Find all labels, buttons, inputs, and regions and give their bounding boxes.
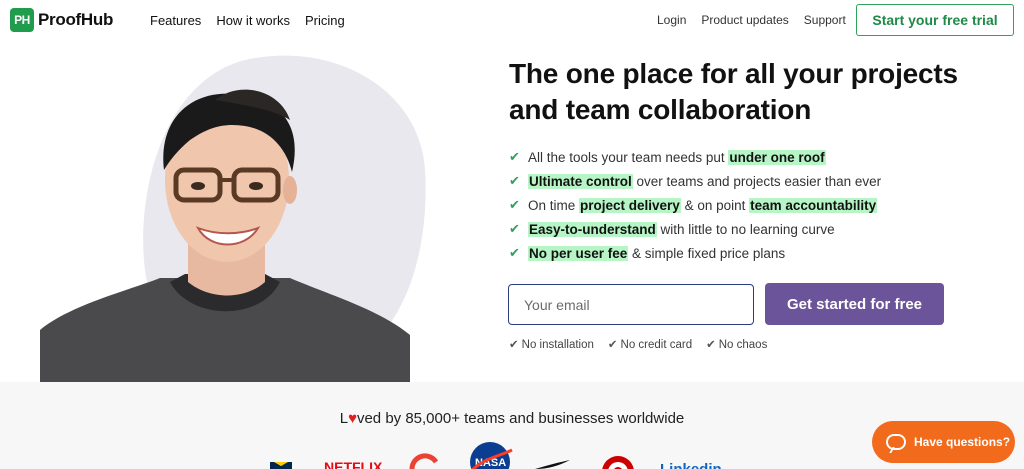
svg-text:NETFLIX: NETFLIX	[324, 459, 383, 469]
highlight: project delivery	[579, 197, 681, 213]
help-label: Have questions?	[914, 435, 1011, 449]
perk-item: ✔ No credit card	[607, 339, 693, 351]
nike-logo	[535, 460, 570, 469]
check-icon: ✔	[509, 149, 520, 164]
feature-text: Ultimate control over teams and projects…	[528, 173, 882, 189]
start-free-trial-button[interactable]: Start your free trial	[856, 4, 1014, 36]
nav-how-it-works[interactable]: How it works	[216, 13, 290, 28]
have-questions-chat-button[interactable]: Have questions?	[872, 421, 1015, 463]
feature-text: All the tools your team needs put under …	[528, 149, 826, 165]
nav-support[interactable]: Support	[804, 13, 846, 27]
check-icon: ✔	[607, 339, 618, 351]
proofhub-logo[interactable]: PH ProofHub	[10, 8, 113, 32]
loved-by-text: L♥ved by 85,000+ teams and businesses wo…	[339, 410, 685, 427]
primary-nav: Features How it works Pricing	[150, 13, 345, 28]
highlight: team accountability	[749, 197, 878, 213]
nav-pricing[interactable]: Pricing	[305, 13, 345, 28]
top-navbar: PH ProofHub Features How it works Pricin…	[0, 0, 1024, 42]
feature-item: ✔ No per user fee & simple fixed price p…	[509, 241, 881, 265]
linkedin-logo: Linkedin	[660, 461, 722, 469]
svg-text:Linkedin: Linkedin	[660, 461, 722, 469]
nasa-logo: NASA	[470, 442, 513, 469]
target-logo	[602, 456, 634, 469]
nav-login[interactable]: Login	[657, 13, 686, 27]
feature-text: On time project delivery & on point team…	[528, 197, 878, 213]
get-started-button[interactable]: Get started for free	[765, 283, 944, 325]
nav-features[interactable]: Features	[150, 13, 201, 28]
check-icon: ✔	[706, 339, 716, 351]
heart-icon: ♥	[348, 410, 357, 427]
highlight: under one roof	[728, 149, 826, 165]
netflix-logo: NETFLIX	[324, 459, 383, 469]
customer-logos: NETFLIX NASA Linkedin	[270, 442, 722, 469]
logo-text: ProofHub	[38, 10, 114, 29]
perks-list: ✔ No installation ✔ No credit card ✔ No cha…	[509, 337, 767, 351]
chat-bubble-icon	[886, 434, 906, 450]
feature-text: No per user fee & simple fixed price pla…	[528, 245, 786, 261]
feature-text: Easy-to-understand with little to no lea…	[528, 221, 835, 237]
feature-item: ✔ Easy-to-understand with little to no l…	[509, 217, 881, 241]
hero-headline: The one place for all your projects and …	[509, 58, 958, 125]
highlight: Ultimate control	[528, 173, 633, 189]
google-logo	[409, 453, 439, 469]
highlight: Easy-to-understand	[528, 221, 657, 237]
perk-item: ✔ No installation	[509, 339, 594, 351]
feature-item: ✔ All the tools your team needs put unde…	[509, 145, 881, 169]
email-input[interactable]	[508, 284, 754, 325]
nav-product-updates[interactable]: Product updates	[701, 13, 788, 27]
michigan-logo	[270, 462, 292, 469]
logo-badge: PH	[10, 8, 34, 32]
feature-item: ✔ On time project delivery & on point te…	[509, 193, 881, 217]
feature-list: ✔ All the tools your team needs put unde…	[509, 145, 881, 265]
check-icon: ✔	[509, 339, 519, 351]
check-icon: ✔	[509, 245, 520, 260]
highlight: No per user fee	[528, 245, 629, 261]
secondary-nav: Login Product updates Support	[657, 13, 846, 27]
check-icon: ✔	[509, 173, 520, 188]
perk-item: ✔ No chaos	[706, 339, 768, 351]
feature-item: ✔ Ultimate control over teams and projec…	[509, 169, 881, 193]
check-icon: ✔	[509, 221, 520, 236]
check-icon: ✔	[509, 197, 520, 212]
woman-portrait-image	[40, 89, 410, 382]
